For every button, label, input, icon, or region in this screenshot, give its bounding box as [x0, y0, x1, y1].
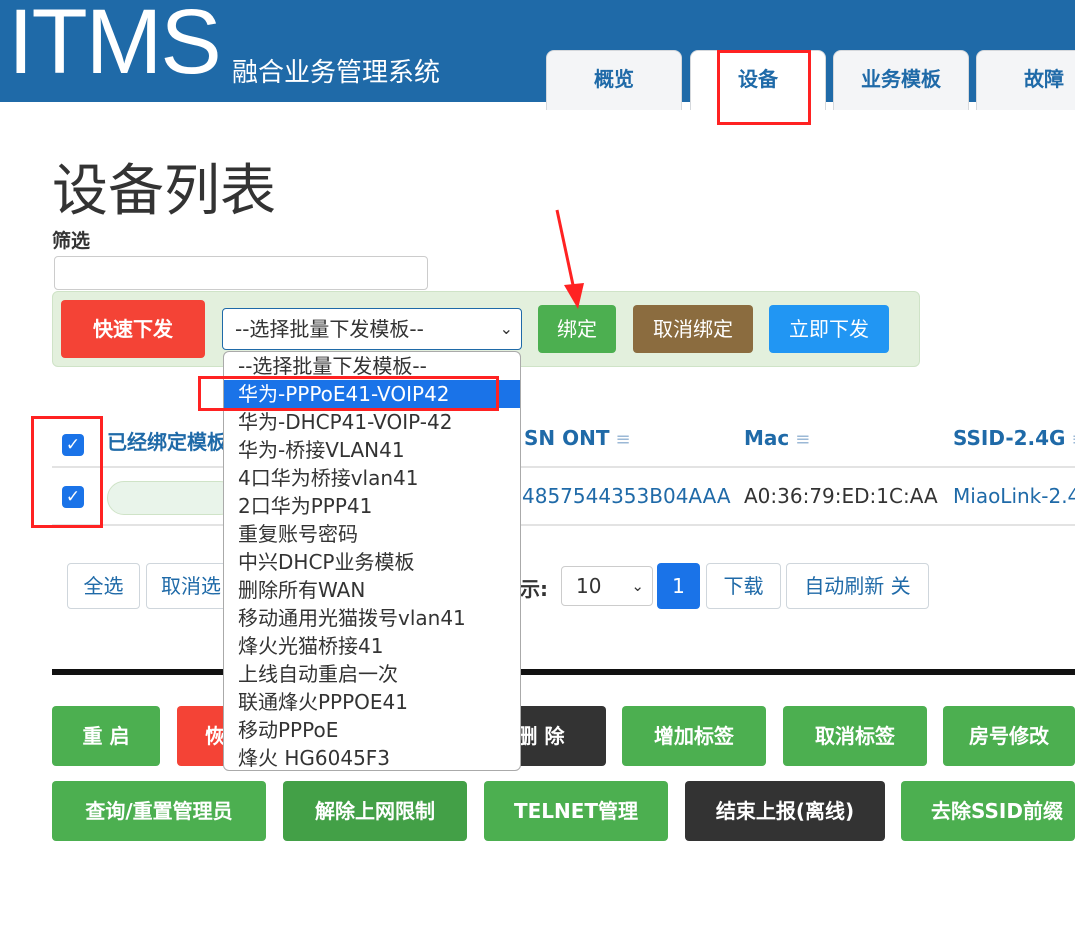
select-all-button[interactable]: 全选	[67, 563, 140, 609]
sort-icon[interactable]: ≡	[795, 429, 810, 450]
dropdown-option[interactable]: 中兴DHCP业务模板	[224, 548, 520, 576]
send-now-button[interactable]: 立即下发	[769, 305, 889, 353]
sort-icon[interactable]: ≡	[1071, 429, 1075, 450]
bound-template-pill	[107, 481, 237, 515]
dropdown-option[interactable]: 2口华为PPP41	[224, 492, 520, 520]
annotation-box-devices-tab	[717, 50, 811, 125]
annotation-arrow	[555, 209, 584, 309]
reboot-button[interactable]: 重 启	[52, 706, 160, 766]
filter-label: 筛选	[52, 230, 91, 252]
page-size-value: 10	[576, 574, 602, 598]
dropdown-option[interactable]: 华为-桥接VLAN41	[224, 436, 520, 464]
dropdown-option[interactable]: 删除所有WAN	[224, 576, 520, 604]
col-ssid-24-label: SSID-2.4G	[953, 426, 1066, 450]
page-size-select[interactable]: 10 ⌄	[561, 566, 653, 606]
page-size-label: 示:	[520, 577, 548, 601]
col-sn-ont[interactable]: SN ONT ≡	[524, 426, 631, 450]
filter-input[interactable]	[54, 256, 428, 290]
cell-ssid-24[interactable]: MiaoLink-2.4G	[953, 484, 1075, 508]
download-button[interactable]: 下载	[706, 563, 781, 609]
dropdown-option[interactable]: 华为-DHCP41-VOIP-42	[224, 408, 520, 436]
dropdown-option[interactable]: 上线自动重启一次	[224, 660, 520, 688]
dropdown-option[interactable]: 重复账号密码	[224, 520, 520, 548]
dropdown-option[interactable]: 移动通用光猫拨号vlan41	[224, 604, 520, 632]
cell-sn-ont[interactable]: 4857544353B04AAA	[522, 484, 731, 508]
section-divider	[52, 669, 1075, 675]
annotation-box-selected-template	[198, 376, 499, 411]
tab-faults[interactable]: 故障	[976, 50, 1075, 110]
col-mac-label: Mac	[744, 426, 790, 450]
remove-net-limit-button[interactable]: 解除上网限制	[283, 781, 467, 841]
page-1-button[interactable]: 1	[657, 563, 700, 609]
page-title: 设备列表	[52, 159, 276, 224]
telnet-manage-button[interactable]: TELNET管理	[484, 781, 668, 841]
chevron-down-icon: ⌄	[631, 577, 644, 595]
table-divider	[52, 524, 1075, 526]
quick-send-button[interactable]: 快速下发	[61, 300, 205, 358]
remove-tag-button[interactable]: 取消标签	[783, 706, 927, 766]
col-sn-ont-label: SN ONT	[524, 426, 610, 450]
tab-service-templates[interactable]: 业务模板	[833, 50, 969, 110]
col-ssid-24[interactable]: SSID-2.4G≡	[953, 426, 1075, 450]
app-subtitle: 融合业务管理系统	[232, 58, 441, 88]
cell-mac: A0:36:79:ED:1C:AA	[744, 484, 938, 508]
remove-ssid-prefix-button[interactable]: 去除SSID前缀	[901, 781, 1075, 841]
chevron-down-icon: ⌄	[499, 319, 513, 338]
auto-refresh-toggle[interactable]: 自动刷新 关	[786, 563, 929, 609]
template-dropdown-list: --选择批量下发模板-- 华为-PPPoE41-VOIP42 华为-DHCP41…	[223, 351, 521, 771]
logo: ITMS	[8, 0, 222, 93]
add-tag-button[interactable]: 增加标签	[622, 706, 766, 766]
annotation-box-checkboxes	[31, 416, 103, 528]
col-mac[interactable]: Mac ≡	[744, 426, 810, 450]
unbind-button[interactable]: 取消绑定	[633, 305, 753, 353]
admin-query-reset-button[interactable]: 查询/重置管理员	[52, 781, 266, 841]
template-select[interactable]: --选择批量下发模板-- ⌄	[222, 308, 522, 350]
dropdown-option[interactable]: 烽火 HG6045F3	[224, 744, 520, 770]
dropdown-option[interactable]: 4口华为桥接vlan41	[224, 464, 520, 492]
end-report-button[interactable]: 结束上报(离线)	[685, 781, 885, 841]
room-edit-button[interactable]: 房号修改	[943, 706, 1075, 766]
dropdown-option[interactable]: 烽火光猫桥接41	[224, 632, 520, 660]
dropdown-option[interactable]: 移动PPPoE	[224, 716, 520, 744]
sort-icon[interactable]: ≡	[616, 429, 631, 450]
col-bound-template-label: 已经绑定模板	[107, 430, 227, 454]
tab-overview[interactable]: 概览	[546, 50, 682, 110]
col-bound-template[interactable]: 已经绑定模板	[107, 426, 227, 455]
template-select-value: --选择批量下发模板--	[235, 317, 424, 341]
dropdown-option[interactable]: 联通烽火PPPOE41	[224, 688, 520, 716]
table-divider	[52, 466, 1075, 468]
